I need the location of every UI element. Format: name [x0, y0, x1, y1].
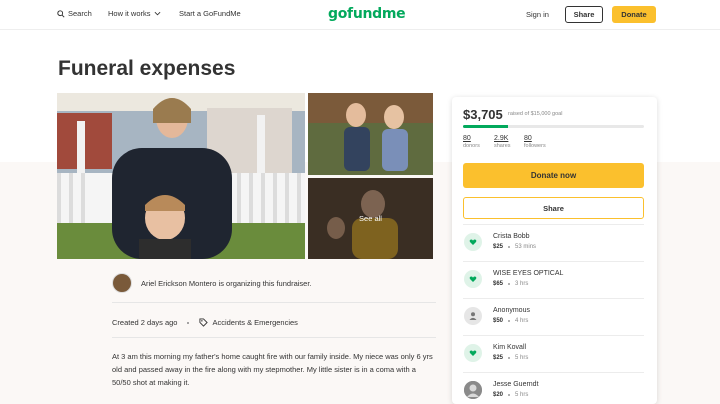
search-label: Search [68, 9, 92, 18]
header-share-button[interactable]: Share [565, 6, 603, 23]
donor-time: 5 hrs [515, 355, 529, 361]
donor-amount: $25 [493, 244, 504, 250]
organizer-row: Ariel Erickson Montero is organizing thi… [112, 273, 312, 293]
organizer-avatar[interactable] [112, 273, 132, 293]
donor-amount: $20 [493, 392, 504, 398]
donor-list-item: Anonymous $50 4 hrs [463, 298, 644, 335]
donor-list-item: Crista Bobb $25 53 mins [463, 224, 644, 261]
donation-panel: $3,705 raised of $15,000 goal 80 donors … [452, 97, 657, 404]
photo-2-image [308, 93, 433, 175]
donor-name: Kim Kovall [493, 344, 527, 351]
donor-time: 5 hrs [515, 392, 529, 398]
separator-dot [187, 321, 190, 324]
stat-donors[interactable]: 80 donors [463, 135, 480, 149]
progress-bar [463, 125, 644, 128]
stat-followers[interactable]: 80 followers [524, 135, 546, 149]
search-icon [57, 9, 65, 18]
share-button[interactable]: Share [463, 197, 644, 219]
top-navigation: Search How it works Start a GoFundMe gof… [0, 0, 720, 30]
chevron-down-icon [154, 11, 160, 16]
goal-text: raised of $15,000 goal [508, 111, 563, 117]
donor-photo-avatar [464, 381, 482, 399]
campaign-photo-2[interactable] [308, 93, 433, 175]
progress-fill [463, 125, 508, 128]
donor-amount: $65 [493, 281, 504, 287]
donor-amount: $50 [493, 318, 504, 324]
separator-dot [508, 357, 511, 359]
donor-time: 4 hrs [515, 318, 529, 324]
donor-list-item: WISE EYES OPTICAL $65 3 hrs [463, 261, 644, 298]
donor-name: WISE EYES OPTICAL [493, 270, 564, 277]
divider [112, 302, 436, 303]
amount-raised: $3,705 [463, 107, 503, 122]
stat-number: 80 [524, 135, 532, 142]
campaign-photo-3[interactable]: See all [308, 178, 433, 259]
heart-hand-icon [464, 270, 482, 288]
separator-dot [508, 394, 511, 396]
stat-label: donors [463, 143, 480, 149]
heart-hand-icon [464, 344, 482, 362]
campaign-meta: Created 2 days ago Accidents & Emergenci… [112, 318, 298, 327]
created-date: Created 2 days ago [112, 318, 178, 327]
start-gofundme-label: Start a GoFundMe [179, 9, 241, 18]
donate-now-button[interactable]: Donate now [463, 163, 644, 188]
organizer-text: Ariel Erickson Montero is organizing thi… [141, 278, 312, 288]
heart-hand-icon [464, 233, 482, 251]
sign-in-link[interactable]: Sign in [526, 10, 549, 19]
see-all-photos-button[interactable]: See all [308, 178, 433, 259]
campaign-story: At 3 am this morning my father's home ca… [112, 352, 433, 387]
stat-number: 80 [463, 135, 471, 142]
donor-details: $25 5 hrs [493, 355, 528, 361]
donor-details: $50 4 hrs [493, 318, 528, 324]
stat-shares[interactable]: 2.9K shares [494, 135, 511, 149]
donor-name: Anonymous [493, 307, 530, 314]
stat-label: followers [524, 143, 546, 149]
donor-list-item: Jesse Guerndt $20 5 hrs [463, 372, 644, 404]
donor-time: 3 hrs [515, 281, 529, 287]
search-link[interactable]: Search [57, 9, 92, 18]
start-gofundme-link[interactable]: Start a GoFundMe [179, 9, 241, 18]
separator-dot [508, 283, 511, 285]
donor-list-item: Kim Kovall $25 5 hrs [463, 335, 644, 372]
donor-amount: $25 [493, 355, 504, 361]
user-icon [464, 307, 482, 325]
main-photo-image [57, 93, 305, 259]
campaign-main-photo[interactable] [57, 93, 305, 259]
header-donate-button[interactable]: Donate [612, 6, 656, 23]
donor-name: Jesse Guerndt [493, 381, 539, 388]
donor-time: 53 mins [515, 244, 537, 250]
how-it-works-menu[interactable]: How it works [108, 9, 161, 18]
donor-details: $25 53 mins [493, 244, 536, 250]
stat-label: shares [494, 143, 511, 149]
gofundme-logo[interactable]: gofundme [328, 6, 406, 22]
donor-name: Crista Bobb [493, 233, 530, 240]
logo-text: gofundme [328, 6, 406, 22]
donor-details: $65 3 hrs [493, 281, 528, 287]
how-it-works-label: How it works [108, 9, 151, 18]
separator-dot [508, 320, 511, 322]
category-link[interactable]: Accidents & Emergencies [199, 318, 298, 327]
donor-details: $20 5 hrs [493, 392, 528, 398]
category-label: Accidents & Emergencies [212, 318, 298, 327]
separator-dot [508, 246, 511, 248]
tag-icon [199, 318, 209, 327]
page-title: Funeral expenses [58, 57, 236, 80]
stat-number: 2.9K [494, 135, 509, 142]
divider [112, 337, 436, 338]
